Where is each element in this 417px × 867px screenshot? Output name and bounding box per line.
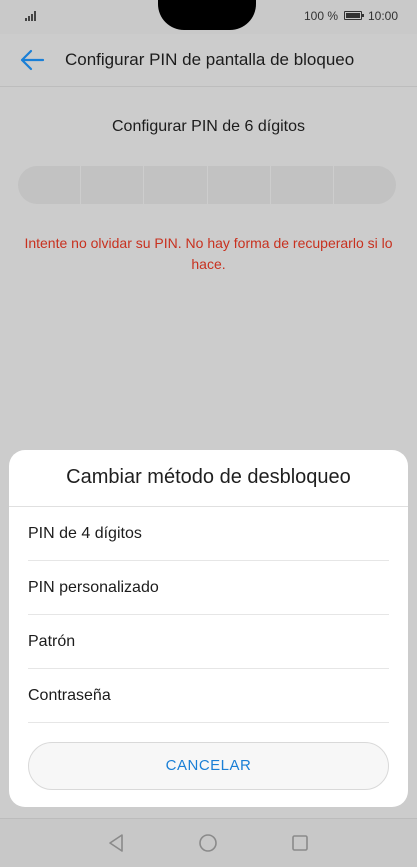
back-arrow-icon[interactable]: [19, 47, 45, 73]
option-pin-4-digits[interactable]: PIN de 4 dígitos: [28, 507, 389, 561]
navigation-bar: [0, 818, 417, 867]
pin-warning: Intente no olvidar su PIN. No hay forma …: [24, 235, 393, 272]
unlock-method-dialog: Cambiar método de desbloqueo PIN de 4 dí…: [9, 450, 408, 807]
back-triangle-icon[interactable]: [105, 832, 127, 854]
option-pattern[interactable]: Patrón: [28, 615, 389, 669]
signal-icon: [25, 11, 36, 21]
status-time: 10:00: [368, 9, 399, 23]
battery-icon: [344, 11, 364, 20]
recents-square-icon[interactable]: [289, 832, 311, 854]
status-bar: 100 % 10:00: [0, 0, 417, 34]
pin-digit-slot: [18, 166, 82, 204]
dialog-title: Cambiar método de desbloqueo: [66, 466, 351, 488]
camera-notch: [158, 0, 256, 30]
pin-digit-slot: [334, 166, 396, 204]
page-title: Configurar PIN de pantalla de bloqueo: [65, 50, 355, 69]
option-custom-pin[interactable]: PIN personalizado: [28, 561, 389, 615]
pin-digit-slot: [81, 166, 145, 204]
cancel-button[interactable]: CANCELAR: [28, 742, 389, 790]
pin-digit-slot: [271, 166, 334, 204]
pin-heading: Configurar PIN de 6 dígitos: [112, 118, 305, 135]
option-password[interactable]: Contraseña: [28, 669, 389, 723]
app-bar: Configurar PIN de pantalla de bloqueo: [0, 34, 417, 87]
home-circle-icon[interactable]: [197, 832, 219, 854]
pin-digit-slot: [144, 166, 208, 204]
pin-digit-slot: [208, 166, 271, 204]
battery-percent: 100 %: [304, 9, 339, 23]
pin-input[interactable]: [18, 166, 396, 204]
